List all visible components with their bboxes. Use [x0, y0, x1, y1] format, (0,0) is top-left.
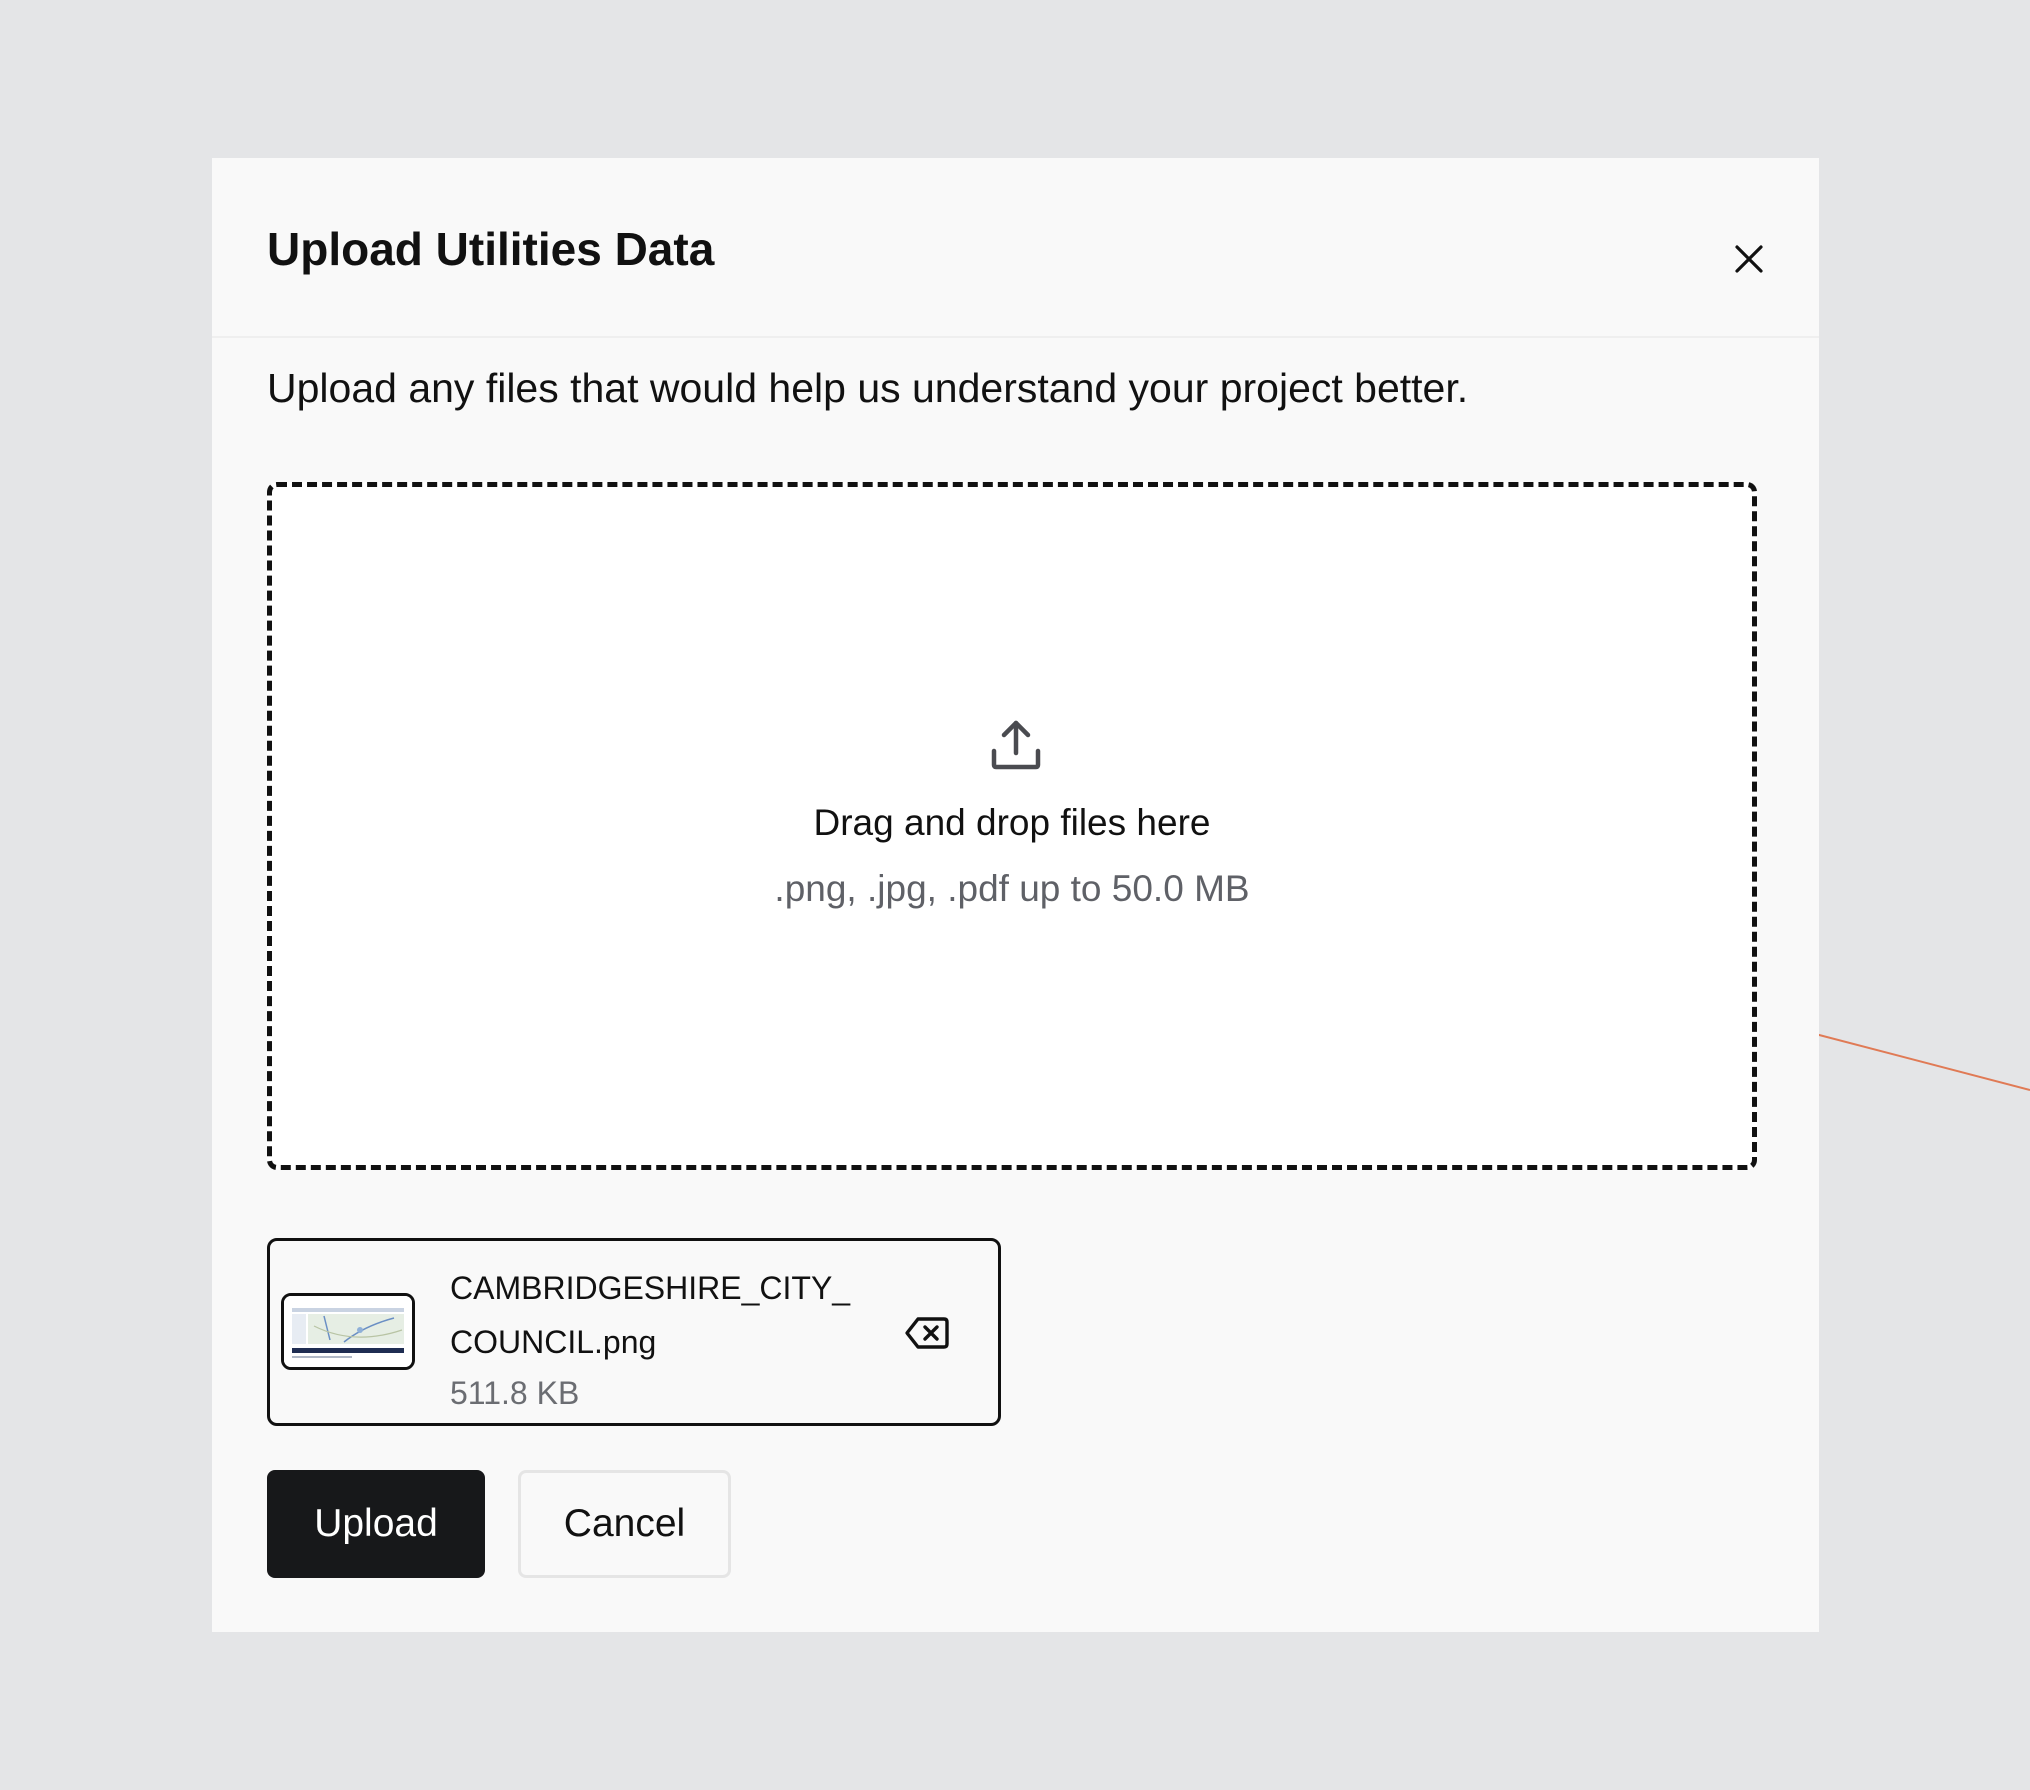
dropzone-title: Drag and drop files here	[813, 802, 1211, 843]
upload-button[interactable]: Upload	[267, 1470, 485, 1578]
dialog-header: Upload Utilities Data	[212, 158, 1819, 338]
dialog-title: Upload Utilities Data	[267, 223, 715, 275]
backspace-x-icon	[905, 1317, 949, 1349]
file-name: CAMBRIDGESHIRE_CITY_COUNCIL.png	[450, 1270, 851, 1360]
remove-file-button[interactable]	[904, 1314, 950, 1352]
dialog-description: Upload any files that would help us unde…	[267, 365, 1469, 411]
file-dropzone[interactable]: Drag and drop files here .png, .jpg, .pd…	[267, 482, 1757, 1170]
close-icon	[1735, 245, 1763, 273]
cancel-button[interactable]: Cancel	[518, 1470, 731, 1578]
upload-dialog: Upload Utilities Data Upload any files t…	[212, 158, 1819, 1632]
close-button[interactable]	[1726, 236, 1772, 282]
map-thumbnail-image	[284, 1296, 412, 1367]
upload-icon	[991, 720, 1041, 770]
file-thumbnail	[281, 1293, 415, 1370]
uploaded-file-card: CAMBRIDGESHIRE_CITY_COUNCIL.png 511.8 KB	[267, 1238, 1001, 1426]
background-connector-line	[1799, 1029, 2030, 1091]
file-size: 511.8 KB	[450, 1375, 580, 1411]
dropzone-hint: .png, .jpg, .pdf up to 50.0 MB	[774, 868, 1250, 909]
